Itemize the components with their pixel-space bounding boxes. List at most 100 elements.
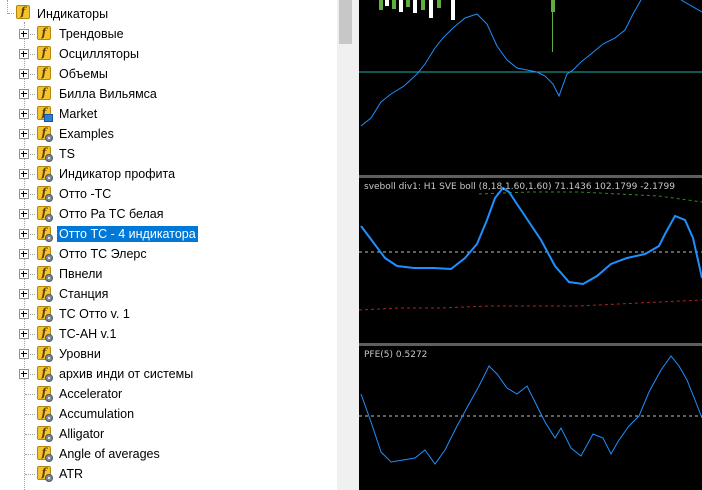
tree-item-label: Уровни	[59, 347, 101, 361]
pfe-line	[360, 355, 702, 465]
custom-folder-icon: f	[37, 226, 53, 242]
tree-item-label: Индикатор профита	[59, 167, 176, 181]
tree-item-label: Объемы	[59, 67, 108, 81]
tree-item-label: TS	[59, 147, 75, 161]
custom-folder-icon: f	[37, 166, 53, 182]
expand-plus-icon[interactable]	[19, 49, 29, 59]
tree-folder-item[interactable]: f Станция	[0, 284, 337, 304]
expand-plus-icon[interactable]	[19, 229, 29, 239]
expand-plus-icon[interactable]	[19, 69, 29, 79]
candle	[406, 0, 410, 7]
tree-folder-item[interactable]: f Билла Вильямса	[0, 84, 337, 104]
tree-item-label: Accelerator	[59, 387, 123, 401]
candle	[421, 0, 425, 10]
tree-folder-item[interactable]: f архив инди от системы	[0, 364, 337, 384]
tree-connector-line	[25, 474, 35, 475]
expand-plus-icon[interactable]	[19, 109, 29, 119]
folder-indicator-icon: f	[37, 46, 53, 62]
tree-item-label: ATR	[59, 467, 84, 481]
expand-plus-icon[interactable]	[19, 89, 29, 99]
candle	[429, 0, 433, 18]
candle-wick	[552, 0, 553, 52]
custom-folder-icon: f	[37, 146, 53, 162]
sveboll-subwindow[interactable]: sveboll div1: H1 SVE boll (8,18,1.60,1.6…	[359, 178, 702, 343]
candle	[437, 0, 441, 8]
expand-plus-icon[interactable]	[19, 169, 29, 179]
tree-indicator-item[interactable]: f Angle of averages	[0, 444, 337, 464]
expand-plus-icon[interactable]	[19, 249, 29, 259]
tree-indicator-item[interactable]: f ATR	[0, 464, 337, 484]
tree-connector-line	[25, 454, 35, 455]
tree-root-label[interactable]: Индикаторы	[35, 6, 110, 22]
tree-folder-item[interactable]: f ТС Отто v. 1	[0, 304, 337, 324]
main-chart-panel[interactable]	[359, 0, 702, 175]
chart-window[interactable]: sveboll div1: H1 SVE boll (8,18,1.60,1.6…	[359, 0, 702, 490]
tree-indicator-item[interactable]: f Alligator	[0, 424, 337, 444]
expand-plus-icon[interactable]	[19, 269, 29, 279]
candle	[451, 0, 455, 20]
tree-folder-item[interactable]: f Отто -ТС	[0, 184, 337, 204]
sveboll-plot	[359, 186, 702, 311]
expand-plus-icon[interactable]	[19, 369, 29, 379]
pfe-subwindow[interactable]: PFE(5) 0.5272	[359, 346, 702, 490]
tree-folder-item[interactable]: f Индикатор профита	[0, 164, 337, 184]
tree-folder-item[interactable]: f Трендовые	[0, 24, 337, 44]
folder-indicator-icon: f	[37, 66, 53, 82]
tree-folder-item[interactable]: f Отто Ра ТС белая	[0, 204, 337, 224]
candle	[379, 0, 383, 10]
tree-indicator-item[interactable]: f Accelerator	[0, 384, 337, 404]
tree-connector-line	[25, 434, 35, 435]
tree-folder-item[interactable]: f Market	[0, 104, 337, 124]
tree-connector-line	[8, 13, 14, 14]
tree-item-label: Alligator	[59, 427, 105, 441]
price-indicator-plot	[359, 0, 702, 127]
expand-plus-icon[interactable]	[19, 309, 29, 319]
expand-plus-icon[interactable]	[19, 209, 29, 219]
tree-folder-item[interactable]: f Отто ТС - 4 индикатора	[0, 224, 337, 244]
tree-connector-line	[25, 414, 35, 415]
sveboll-label: sveboll div1: H1 SVE boll (8,18,1.60,1.6…	[364, 182, 675, 192]
tree-folder-item[interactable]: f Объемы	[0, 64, 337, 84]
tree-connector-line	[25, 394, 35, 395]
custom-folder-icon: f	[37, 366, 53, 382]
tree-item-label: Отто Ра ТС белая	[59, 207, 164, 221]
navigator-scrollbar[interactable]	[337, 0, 354, 490]
tree-folder-item[interactable]: f TS	[0, 144, 337, 164]
oscillator-line	[360, 0, 642, 127]
indicators-root-icon: f	[16, 5, 32, 21]
tree-item-label: Осцилляторы	[59, 47, 139, 61]
tree-item-label: ТС-АН v.1	[59, 327, 117, 341]
expand-plus-icon[interactable]	[19, 289, 29, 299]
tree-folder-item[interactable]: f Пвнели	[0, 264, 337, 284]
tree-indicator-item[interactable]: f Accumulation	[0, 404, 337, 424]
tree-item-label: ТС Отто v. 1	[59, 307, 130, 321]
expand-plus-icon[interactable]	[19, 29, 29, 39]
folder-indicator-icon: f	[37, 26, 53, 42]
tree-folder-item[interactable]: f Отто ТС Элерс	[0, 244, 337, 264]
candle	[392, 0, 396, 9]
expand-plus-icon[interactable]	[19, 349, 29, 359]
expand-plus-icon[interactable]	[19, 329, 29, 339]
folder-indicator-icon: f	[37, 86, 53, 102]
candle	[399, 0, 403, 12]
lower-band-line	[359, 299, 702, 311]
candle	[385, 0, 389, 6]
tree-folder-item[interactable]: f Уровни	[0, 344, 337, 364]
tree-item-label: Пвнели	[59, 267, 103, 281]
tree-folder-item[interactable]: f Examples	[0, 124, 337, 144]
scrollbar-thumb[interactable]	[339, 0, 352, 44]
navigator-panel: f Индикаторы f Трендовые f Осцилляторы f Объе…	[0, 0, 337, 490]
tree-item-label: Market	[59, 107, 98, 121]
custom-indicator-icon: f	[37, 386, 53, 402]
expand-plus-icon[interactable]	[19, 129, 29, 139]
tree-folder-item[interactable]: f Осцилляторы	[0, 44, 337, 64]
tree-item-label: Examples	[59, 127, 114, 141]
market-folder-icon: f	[37, 106, 53, 122]
expand-plus-icon[interactable]	[19, 149, 29, 159]
custom-folder-icon: f	[37, 186, 53, 202]
custom-folder-icon: f	[37, 206, 53, 222]
expand-plus-icon[interactable]	[19, 189, 29, 199]
tree-folder-item[interactable]: f ТС-АН v.1	[0, 324, 337, 344]
custom-folder-icon: f	[37, 306, 53, 322]
oscillator-line	[680, 0, 702, 13]
